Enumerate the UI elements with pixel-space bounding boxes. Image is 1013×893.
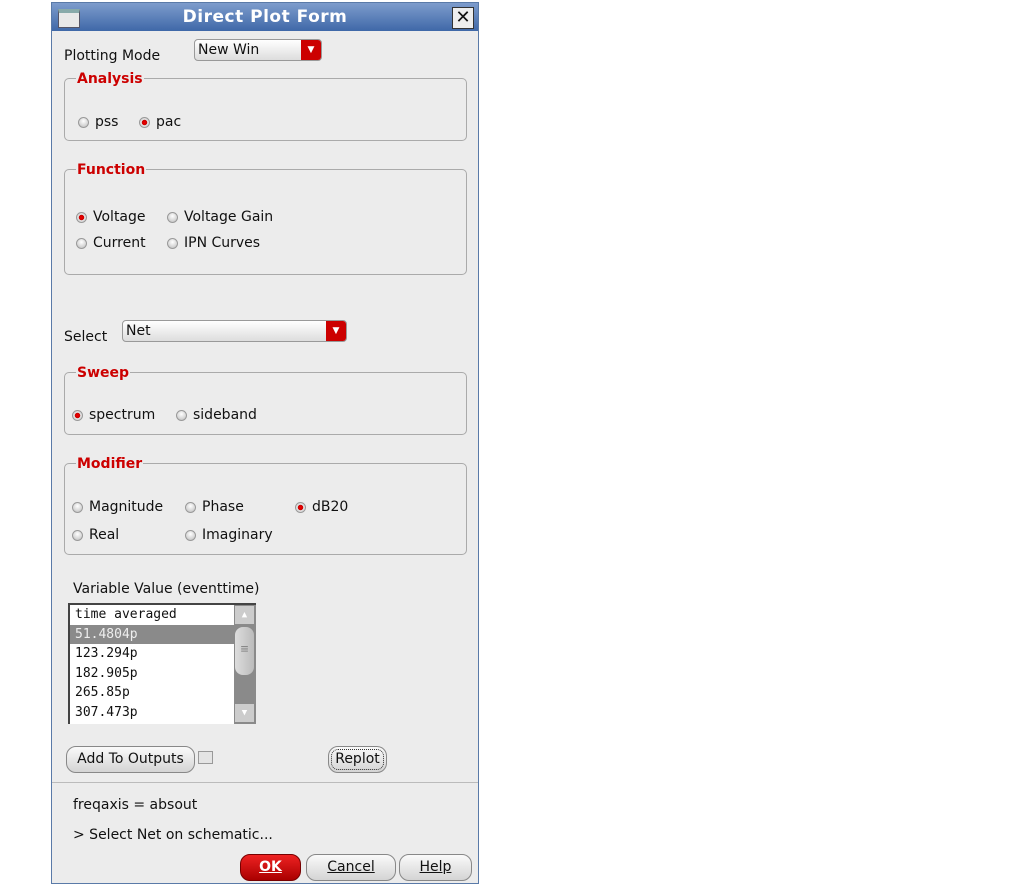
vertical-scrollbar[interactable]: ▲ ≡ ▼ <box>234 605 256 724</box>
plotting-mode-label: Plotting Mode <box>64 48 161 64</box>
select-dropdown[interactable]: Net ▼ <box>122 320 347 342</box>
radio-icon <box>176 409 187 421</box>
list-item[interactable]: 123.294p <box>70 644 235 664</box>
function-legend: Function <box>76 162 147 178</box>
scroll-down-icon[interactable]: ▼ <box>235 704 254 722</box>
radio-icon <box>72 529 83 541</box>
radio-icon <box>78 116 89 128</box>
divider <box>52 782 478 783</box>
select-label: Select <box>64 329 108 345</box>
radio-voltage[interactable]: Voltage <box>76 209 146 225</box>
radio-label: Current <box>93 235 146 251</box>
radio-label: dB20 <box>312 499 349 515</box>
radio-icon <box>295 501 306 513</box>
modifier-legend: Modifier <box>76 456 144 472</box>
radio-label: pss <box>95 114 119 130</box>
list-item[interactable]: 265.85p <box>70 683 235 703</box>
radio-icon <box>139 116 150 128</box>
variable-value-listbox[interactable]: time averaged 51.4804p 123.294p 182.905p… <box>68 603 256 724</box>
prompt-status: > Select Net on schematic... <box>73 827 273 843</box>
title-bar[interactable]: Direct Plot Form ✕ <box>52 3 478 31</box>
plotting-mode-dropdown[interactable]: New Win ▼ <box>194 39 322 61</box>
radio-pss[interactable]: pss <box>78 114 118 130</box>
close-icon[interactable]: ✕ <box>452 7 474 29</box>
list-item[interactable]: 182.905p <box>70 664 235 684</box>
plotting-mode-value: New Win <box>198 42 260 58</box>
sweep-legend: Sweep <box>76 365 131 381</box>
replot-button[interactable]: Replot <box>328 746 387 773</box>
radio-label: Magnitude <box>89 499 164 515</box>
help-button[interactable]: Help <box>399 854 472 881</box>
radio-real[interactable]: Real <box>72 527 119 543</box>
radio-db20[interactable]: dB20 <box>295 499 348 515</box>
variable-value-label: Variable Value (eventtime) <box>73 581 260 597</box>
cancel-button[interactable]: Cancel <box>306 854 396 881</box>
radio-pac[interactable]: pac <box>139 114 181 130</box>
radio-magnitude[interactable]: Magnitude <box>72 499 163 515</box>
radio-icon <box>76 211 87 223</box>
radio-sideband[interactable]: sideband <box>176 407 257 423</box>
list-item[interactable]: 307.473p <box>70 703 235 723</box>
chevron-down-icon: ▼ <box>301 40 321 60</box>
list-item[interactable]: time averaged <box>70 605 235 625</box>
add-outputs-checkbox[interactable] <box>198 751 213 764</box>
analysis-group <box>64 78 467 141</box>
sweep-group <box>64 372 467 435</box>
radio-spectrum[interactable]: spectrum <box>72 407 155 423</box>
radio-icon <box>72 501 83 513</box>
radio-label: Voltage <box>93 209 146 225</box>
list-item-selected[interactable]: 51.4804p <box>70 624 235 644</box>
radio-icon <box>185 501 196 513</box>
radio-label: sideband <box>193 407 257 423</box>
radio-icon <box>185 529 196 541</box>
ok-button[interactable]: OK <box>240 854 301 881</box>
add-to-outputs-button[interactable]: Add To Outputs <box>66 746 195 773</box>
radio-label: pac <box>156 114 182 130</box>
select-value: Net <box>126 323 151 339</box>
radio-icon <box>76 237 87 249</box>
radio-icon <box>167 211 178 223</box>
radio-label: Voltage Gain <box>184 209 274 225</box>
radio-label: IPN Curves <box>184 235 261 251</box>
radio-ipn-curves[interactable]: IPN Curves <box>167 235 260 251</box>
radio-current[interactable]: Current <box>76 235 146 251</box>
window-title: Direct Plot Form <box>182 7 348 27</box>
radio-label: Real <box>89 527 120 543</box>
analysis-legend: Analysis <box>76 71 144 87</box>
direct-plot-form-window: Direct Plot Form ✕ Plotting Mode New Win… <box>51 2 479 884</box>
scroll-up-icon[interactable]: ▲ <box>235 606 254 624</box>
freqaxis-status: freqaxis = absout <box>73 797 198 813</box>
radio-label: Imaginary <box>202 527 273 543</box>
radio-phase[interactable]: Phase <box>185 499 244 515</box>
radio-label: spectrum <box>89 407 156 423</box>
radio-icon <box>167 237 178 249</box>
radio-icon <box>72 409 83 421</box>
radio-imaginary[interactable]: Imaginary <box>185 527 273 543</box>
scroll-thumb[interactable]: ≡ <box>235 627 254 675</box>
chevron-down-icon: ▼ <box>326 321 346 341</box>
radio-voltage-gain[interactable]: Voltage Gain <box>167 209 273 225</box>
radio-label: Phase <box>202 499 244 515</box>
